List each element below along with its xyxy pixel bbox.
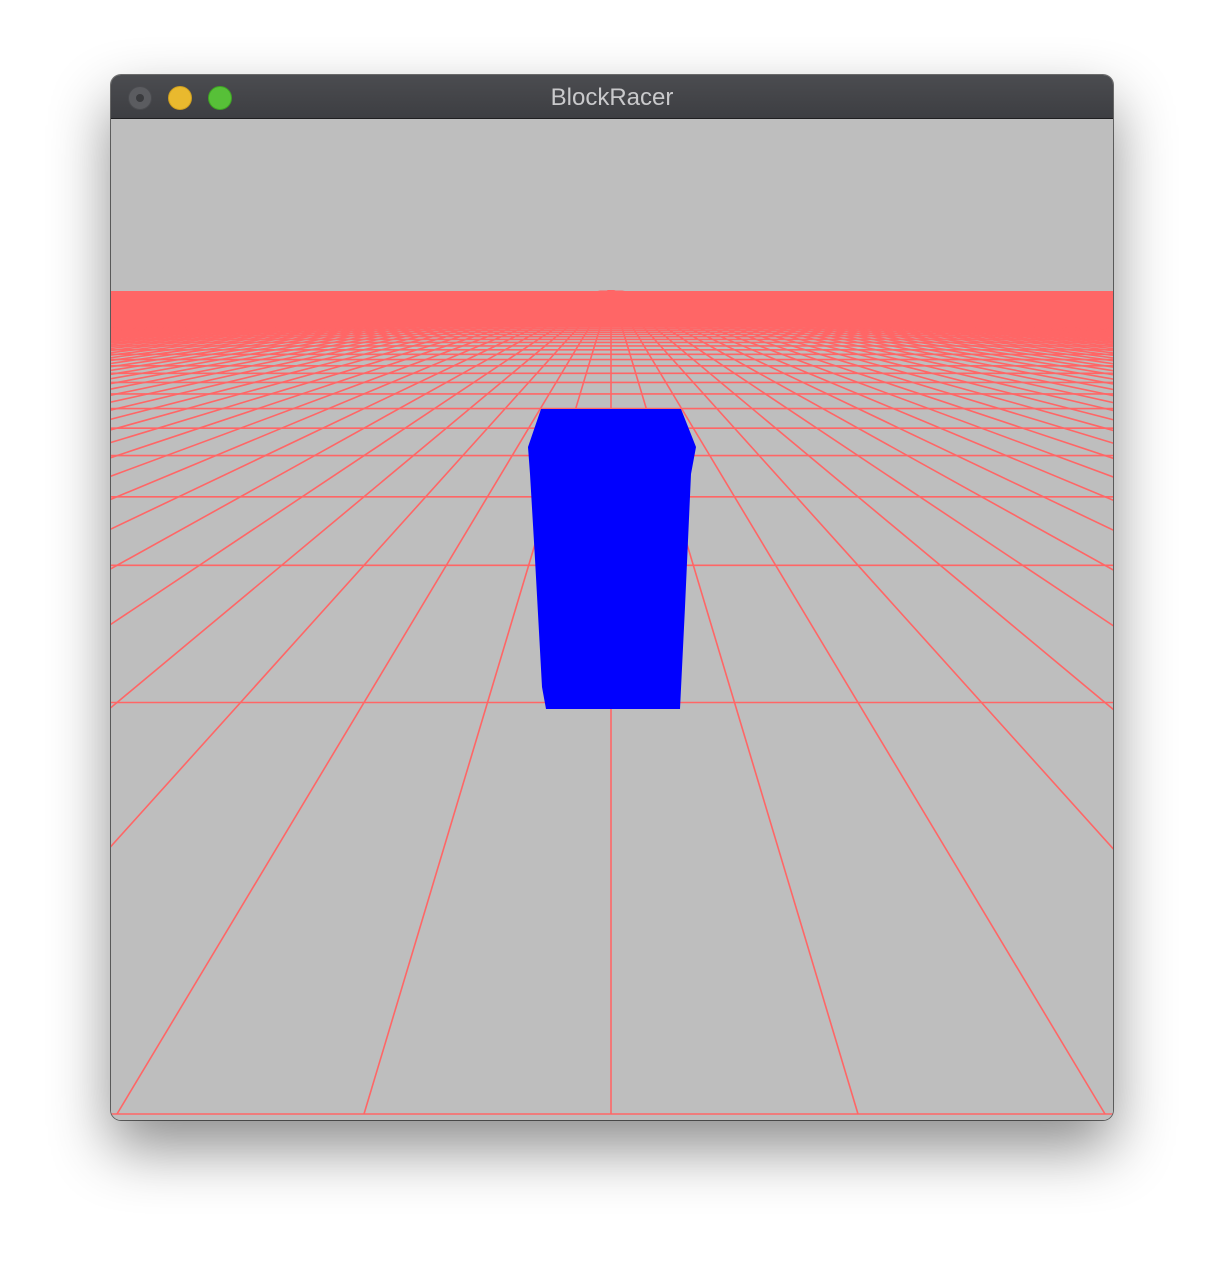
game-viewport[interactable]: [111, 119, 1113, 1120]
game-canvas[interactable]: [111, 119, 1113, 1120]
game-window: BlockRacer: [111, 75, 1113, 1120]
player-block: [528, 409, 696, 709]
horizon-band: [111, 291, 1113, 327]
title-bar[interactable]: BlockRacer: [111, 75, 1113, 119]
window-title: BlockRacer: [550, 84, 674, 111]
